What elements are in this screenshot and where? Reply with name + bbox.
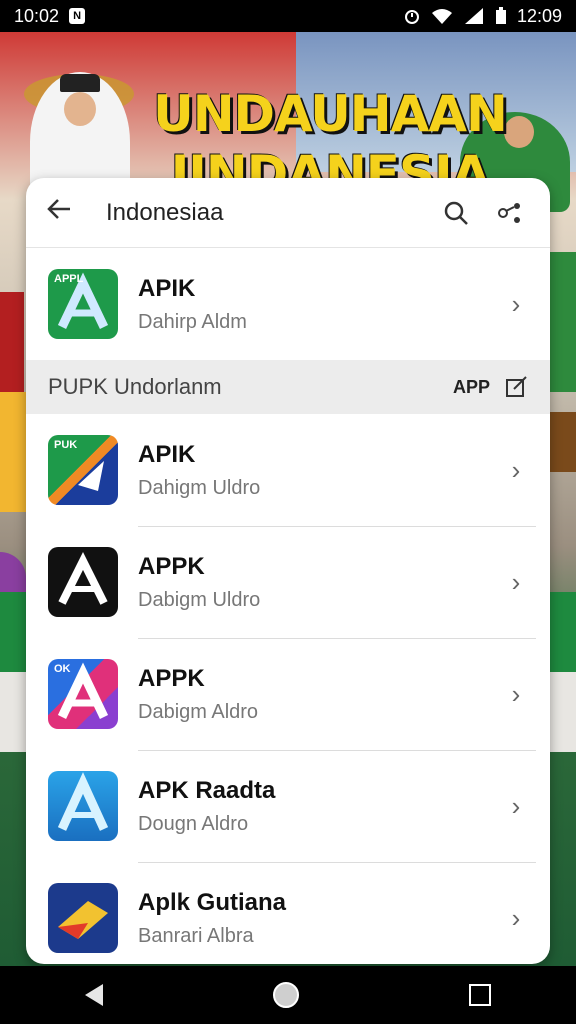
share-icon[interactable] — [490, 193, 530, 233]
search-icon[interactable] — [436, 193, 476, 233]
navigation-bar — [0, 966, 576, 1024]
nav-recents-icon[interactable] — [469, 984, 491, 1006]
apk-app-icon: APPL — [48, 269, 118, 339]
item-name: Aplk Gutiana — [138, 888, 287, 916]
nav-home-icon[interactable] — [273, 982, 299, 1008]
item-name: APIK — [138, 440, 196, 468]
chevron-right-icon: › — [511, 790, 521, 821]
toolbar: Indonesiaa — [26, 178, 550, 248]
apk-app-icon: OK — [48, 659, 118, 729]
chevron-right-icon: › — [511, 678, 521, 709]
list-item[interactable]: APPK Dabigm Uldro › — [26, 526, 550, 638]
apk-app-icon: PUK — [48, 435, 118, 505]
status-time-right: 12:09 — [516, 5, 562, 26]
app-list-card: Indonesiaa APPL APIK Dahirp Aldm › PUPK … — [26, 178, 550, 964]
item-subtitle: Dahigm Uldro — [138, 476, 261, 499]
item-name: APPK — [138, 552, 205, 580]
chevron-right-icon: › — [511, 902, 521, 933]
section-header: PUPK Undorlanm APP — [26, 360, 550, 414]
item-subtitle: Dabigm Aldro — [138, 700, 259, 723]
list-item[interactable]: Aplk Gutiana Banrari Albra › — [26, 862, 550, 964]
list-item[interactable]: OK APPK Dabigm Aldro › — [26, 638, 550, 750]
item-subtitle: Dahirp Aldm — [138, 310, 247, 333]
battery-icon — [495, 7, 506, 24]
list-item[interactable]: PUK APIK Dahigm Uldro › — [26, 414, 550, 526]
wifi-icon — [431, 9, 452, 24]
chevron-right-icon: › — [511, 566, 521, 597]
item-name: APIK — [138, 274, 196, 302]
chevron-right-icon: › — [511, 454, 521, 485]
list-item[interactable]: APPL APIK Dahirp Aldm › — [26, 248, 550, 360]
signal-icon — [464, 8, 483, 24]
notification-icon: N — [69, 8, 86, 24]
alarm-icon — [404, 10, 419, 24]
item-subtitle: Dougn Aldro — [138, 812, 249, 835]
edit-icon[interactable] — [504, 375, 528, 399]
item-name: APK Raadta — [138, 776, 276, 804]
nav-back-icon[interactable] — [85, 984, 103, 1006]
apk-app-icon — [48, 883, 118, 953]
back-arrow-icon[interactable] — [46, 196, 76, 229]
apk-app-icon — [48, 547, 118, 617]
chevron-right-icon: › — [511, 288, 521, 319]
item-subtitle: Dabigm Uldro — [138, 588, 261, 611]
item-subtitle: Banrari Albra — [138, 924, 254, 947]
status-time-left: 10:02 — [14, 5, 60, 26]
item-name: APPK — [138, 664, 205, 692]
apk-app-icon — [48, 771, 118, 841]
toolbar-title: Indonesiaa — [106, 198, 224, 226]
status-bar: 10:02 N 12:09 — [0, 0, 576, 32]
section-app-label: APP — [452, 376, 490, 397]
list-item[interactable]: APK Raadta Dougn Aldro › — [26, 750, 550, 862]
section-label: PUPK Undorlanm — [48, 374, 222, 399]
